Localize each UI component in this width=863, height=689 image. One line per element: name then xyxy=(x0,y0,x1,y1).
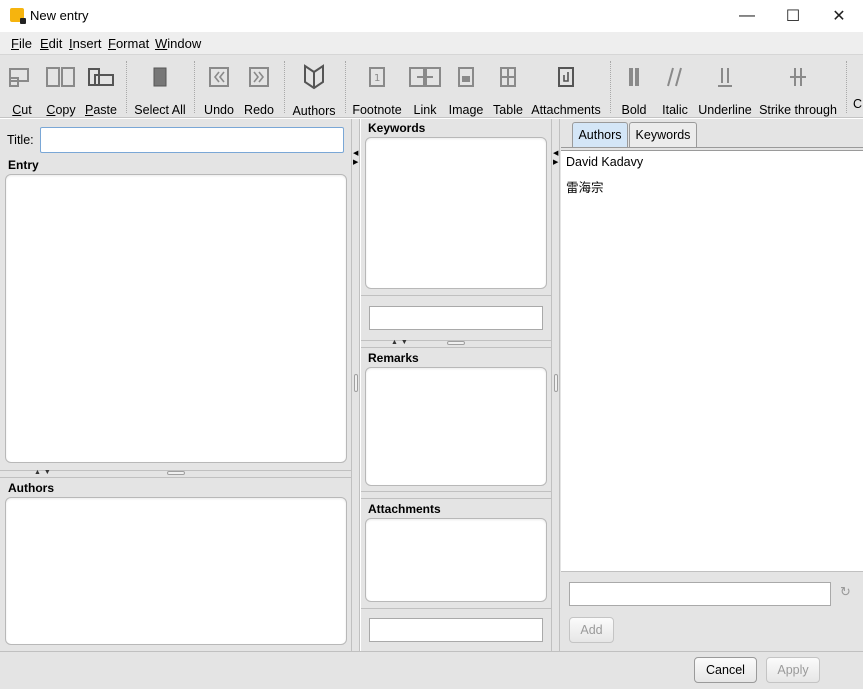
list-item[interactable]: David Kadavy xyxy=(566,155,643,169)
keywords-input[interactable] xyxy=(369,306,543,330)
minimize-button[interactable]: — xyxy=(724,0,770,32)
remarks-heading: Remarks xyxy=(368,351,419,365)
cut-icon xyxy=(7,65,37,88)
right-vertical-splitter[interactable]: ◀ ▶ xyxy=(551,119,560,651)
toolbar-overflow-item[interactable]: C xyxy=(853,97,862,111)
splitter-grip-icon[interactable] xyxy=(447,341,465,345)
attachments-heading: Attachments xyxy=(368,502,441,516)
toolbar-separator xyxy=(126,61,127,113)
footnote-icon: 1 xyxy=(367,65,387,88)
entry-heading: Entry xyxy=(8,158,39,172)
link-button[interactable]: Link xyxy=(406,55,444,117)
keywords-text-area[interactable] xyxy=(365,137,547,289)
tab-strip-border xyxy=(561,147,863,148)
bold-icon xyxy=(624,65,644,88)
add-author-input[interactable] xyxy=(569,582,831,606)
divider xyxy=(361,295,551,296)
splitter-grip-icon[interactable] xyxy=(167,471,185,475)
toolbar-separator xyxy=(345,61,346,113)
menu-edit[interactable]: Edit xyxy=(40,36,62,51)
image-icon xyxy=(456,65,476,88)
splitter-arrows-icon[interactable]: ▲▼ xyxy=(34,469,54,476)
splitter-edge xyxy=(361,347,551,348)
add-button[interactable]: Add xyxy=(569,617,614,643)
svg-text:1: 1 xyxy=(374,73,380,84)
strike-through-button[interactable]: Strike through xyxy=(758,55,838,117)
apply-button[interactable]: Apply xyxy=(766,657,820,683)
toolbar: Cut Copy Paste Select All Undo Redo Auth… xyxy=(0,54,863,118)
tab-authors[interactable]: Authors xyxy=(572,122,628,147)
divider xyxy=(361,498,551,499)
redo-button[interactable]: Redo xyxy=(240,55,278,117)
attachments-input[interactable] xyxy=(369,618,543,642)
toolbar-separator xyxy=(610,61,611,113)
maximize-button[interactable]: ☐ xyxy=(770,0,816,32)
menu-insert[interactable]: Insert xyxy=(69,36,102,51)
menu-window[interactable]: Window xyxy=(155,36,201,51)
cancel-button[interactable]: Cancel xyxy=(694,657,757,683)
table-icon xyxy=(498,65,518,88)
paste-icon xyxy=(86,65,116,88)
toolbar-separator xyxy=(284,61,285,113)
authors-list[interactable]: David Kadavy 雷海宗 xyxy=(561,150,863,572)
entry-pane: Title: Entry ▲▼ Authors xyxy=(0,119,352,651)
collapse-arrows-icon[interactable]: ◀ ▶ xyxy=(553,149,558,167)
bold-button[interactable]: Bold xyxy=(616,55,652,117)
attachments-button[interactable]: Attachments xyxy=(530,55,602,117)
remarks-text-area[interactable] xyxy=(365,367,547,486)
authors-text-area[interactable] xyxy=(5,497,347,645)
underline-icon xyxy=(714,65,736,88)
italic-button[interactable]: Italic xyxy=(656,55,694,117)
splitter-grip-icon[interactable] xyxy=(354,374,358,392)
menu-format[interactable]: Format xyxy=(108,36,149,51)
book-icon xyxy=(302,64,326,90)
window-title: New entry xyxy=(30,8,89,23)
select-all-icon xyxy=(150,65,170,88)
splitter-edge xyxy=(0,477,352,478)
footer-bar: Cancel Apply xyxy=(0,651,863,689)
divider xyxy=(361,491,551,492)
collapse-arrows-icon[interactable]: ◀ ▶ xyxy=(353,149,358,167)
left-vertical-splitter[interactable]: ◀ ▶ xyxy=(352,119,360,651)
list-item[interactable]: 雷海宗 xyxy=(566,177,604,196)
keywords-heading: Keywords xyxy=(368,121,426,135)
close-button[interactable]: ✕ xyxy=(816,0,862,32)
image-button[interactable]: Image xyxy=(446,55,486,117)
redo-icon xyxy=(247,65,271,88)
cut-button[interactable]: Cut xyxy=(4,55,40,117)
authors-heading: Authors xyxy=(8,481,54,495)
title-label: Title: xyxy=(7,133,34,147)
splitter-grip-icon[interactable] xyxy=(554,374,558,392)
attachment-icon xyxy=(556,65,576,88)
underline-button[interactable]: Underline xyxy=(696,55,754,117)
title-input[interactable] xyxy=(40,127,344,153)
authors-button[interactable]: Authors xyxy=(289,55,339,118)
footnote-button[interactable]: 1 Footnote xyxy=(350,55,404,117)
toolbar-separator xyxy=(194,61,195,113)
metadata-pane: Keywords ▲▼ Remarks Attachments xyxy=(361,119,551,651)
tab-keywords[interactable]: Keywords xyxy=(629,122,697,147)
copy-button[interactable]: Copy xyxy=(43,55,79,117)
menu-bar: File Edit Insert Format Window xyxy=(0,32,863,54)
link-icon xyxy=(408,65,442,88)
menu-file[interactable]: File xyxy=(11,36,32,51)
table-button[interactable]: Table xyxy=(489,55,527,117)
undo-button[interactable]: Undo xyxy=(200,55,238,117)
strike-through-icon xyxy=(787,65,809,88)
paste-button[interactable]: Paste xyxy=(82,55,120,117)
select-all-button[interactable]: Select All xyxy=(132,55,188,117)
divider xyxy=(361,608,551,609)
entry-text-area[interactable] xyxy=(5,174,347,463)
italic-icon xyxy=(664,65,686,88)
undo-icon xyxy=(207,65,231,88)
refresh-icon[interactable]: ↻ xyxy=(840,585,851,600)
title-bar: New entry — ☐ ✕ xyxy=(0,0,863,32)
attachments-list[interactable] xyxy=(365,518,547,602)
copy-icon xyxy=(45,65,77,88)
toolbar-separator xyxy=(846,61,847,113)
splitter-arrows-icon[interactable]: ▲▼ xyxy=(391,339,411,346)
app-icon xyxy=(10,8,26,24)
